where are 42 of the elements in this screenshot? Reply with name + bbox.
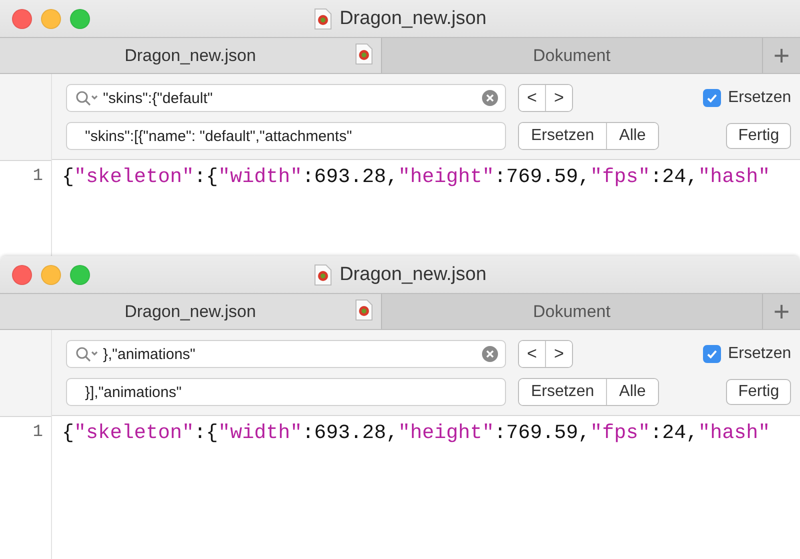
new-tab-button[interactable]: + (763, 294, 800, 329)
replace-button[interactable]: Alle (606, 123, 658, 149)
window-title: Dragon_new.json (340, 8, 486, 30)
search-field[interactable]: "skins":{"default" (66, 84, 506, 112)
check-icon (706, 348, 718, 360)
done-button[interactable]: Fertig (726, 379, 792, 405)
zoom-button[interactable] (70, 264, 90, 284)
minimize-button[interactable] (41, 264, 61, 284)
checkbox[interactable] (703, 345, 721, 363)
file-icon (354, 43, 372, 65)
line-number: 1 (32, 166, 44, 186)
new-tab-button[interactable]: + (763, 38, 800, 73)
search-icon (75, 90, 99, 106)
search-field[interactable]: },"animations" (66, 340, 506, 368)
replace-button[interactable]: Alle (606, 379, 658, 405)
replace-field[interactable]: "skins":[{"name": "default","attachments" (66, 122, 506, 150)
search-icon (75, 346, 99, 362)
zoom-button[interactable] (70, 8, 90, 28)
minimize-button[interactable] (41, 8, 61, 28)
replace-checkbox[interactable]: Ersetzen (703, 89, 792, 107)
replace-field[interactable]: }],"animations" (66, 378, 506, 406)
clear-icon[interactable] (481, 89, 499, 107)
check-icon (706, 92, 718, 104)
code-line: {"skeleton":{"width":693.28,"height":769.59,"fps":24,"hash" (62, 166, 770, 189)
close-button[interactable] (12, 8, 32, 28)
close-button[interactable] (12, 264, 32, 284)
replace-checkbox[interactable]: Ersetzen (703, 345, 792, 363)
line-number: 1 (32, 422, 44, 442)
done-button[interactable]: Fertig (726, 123, 792, 149)
tab[interactable]: Dokument (382, 294, 763, 329)
next-button[interactable]: > (544, 85, 572, 111)
file-icon (354, 299, 372, 321)
tab[interactable]: Dragon_new.json (0, 294, 382, 329)
file-icon (314, 8, 332, 30)
file-icon (314, 264, 332, 286)
clear-icon[interactable] (481, 345, 499, 363)
window-title: Dragon_new.json (340, 264, 486, 286)
next-button[interactable]: > (544, 341, 572, 367)
checkbox[interactable] (703, 89, 721, 107)
tab[interactable]: Dokument (382, 38, 763, 73)
tab[interactable]: Dragon_new.json (0, 38, 382, 73)
code-line: {"skeleton":{"width":693.28,"height":769.59,"fps":24,"hash" (62, 422, 770, 445)
